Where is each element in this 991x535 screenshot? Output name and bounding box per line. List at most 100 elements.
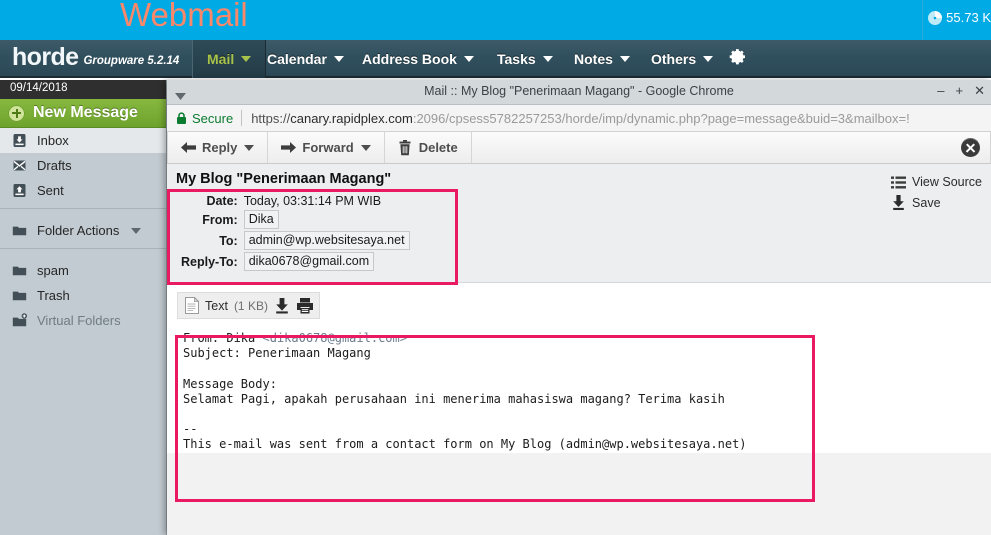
new-message-button[interactable]: New Message [0,99,166,128]
message-subject: My Blog "Penerimaan Magang" [176,171,392,187]
nav-tab-tasks[interactable]: Tasks [483,40,567,78]
sidebar-divider [0,248,166,249]
part-type-label: Text [205,298,228,313]
window-controls: – + ✕ [937,83,985,99]
nav-tab-others[interactable]: Others [637,40,727,78]
security-status-label: Secure [192,110,234,126]
header-value-to-cell: admin@wp.websitesaya.net [243,230,410,251]
horde-version-label: Groupware 5.2.14 [83,55,180,67]
message-body-line: -- [183,422,198,437]
toolbar-spacer [472,132,991,163]
header-value-from-cell: Dika [243,209,410,230]
maximize-button[interactable]: + [956,83,964,99]
message-body-line: This e-mail was sent from a contact form… [183,437,747,452]
nav-tab-address-book[interactable]: Address Book [348,40,488,78]
settings-gear-button[interactable] [718,40,756,78]
reply-button[interactable]: Reply [167,132,269,163]
header-label: Reply-To: [181,254,238,269]
sidebar-item-label: spam [37,263,69,278]
nav-tab-notes[interactable]: Notes [560,40,644,78]
message-body-text: From: Dika <dika0678@gmail.com> Subject: … [177,325,991,453]
disk-usage-indicator[interactable]: 55.73 K [928,10,991,25]
header-label: From: [202,212,238,227]
sidebar-item-virtual-folders[interactable]: Virtual Folders [0,308,166,333]
list-lines-icon [891,176,907,189]
nav-tab-label: Address Book [362,51,457,67]
nav-tab-label: Notes [574,51,613,67]
address-bar-divider [241,110,243,126]
message-header-table: Date: Today, 03:31:14 PM WIB From: Dika … [181,193,410,272]
message-body-line [183,407,991,422]
from-address-chip[interactable]: Dika [243,210,279,229]
sidebar-item-inbox[interactable]: Inbox [0,128,166,153]
browser-window-title: Mail :: My Blog "Penerimaan Magang" - Go… [424,84,734,98]
horde-logo-wordmark: horde [12,43,79,71]
webmail-title: Webmail [120,0,248,33]
view-source-button[interactable]: View Source [891,175,982,189]
sidebar-divider [0,208,166,209]
browser-address-bar[interactable]: Secure https://canary.rapidplex.com:2096… [167,105,991,132]
close-window-button[interactable]: ✕ [974,83,985,99]
drafts-envelope-icon [11,157,28,174]
message-part-area: Text (1 KB) [167,283,991,325]
download-arrow-icon[interactable] [274,297,290,314]
to-address-chip[interactable]: admin@wp.websitesaya.net [243,231,410,250]
header-value-date: Today, 03:31:14 PM WIB [243,194,382,208]
chevron-down-icon [619,56,630,62]
close-circle-icon[interactable] [961,138,980,157]
save-label: Save [912,195,941,210]
nav-tab-label: Mail [207,51,235,67]
arrow-left-icon [181,141,196,154]
url-path: :2096/cpsess5782257253/horde/imp/dynamic… [412,110,910,126]
browser-titlebar: Mail :: My Blog "Penerimaan Magang" - Go… [167,80,991,105]
browser-window: Mail :: My Blog "Penerimaan Magang" - Go… [167,80,991,535]
sidebar-item-sent[interactable]: Sent [0,178,166,203]
horde-sidebar: 09/14/2018 New Message Inbox Drafts Sent… [0,80,167,535]
nav-tab-label: Tasks [497,51,536,67]
reply-to-address-chip[interactable]: dika0678@gmail.com [243,252,375,271]
nav-tab-calendar[interactable]: Calendar [253,40,358,78]
forward-label: Forward [302,140,354,155]
plus-circle-icon [8,104,25,122]
trash-icon [398,139,412,156]
message-part-chip[interactable]: Text (1 KB) [177,292,320,319]
sidebar-item-label: Sent [37,183,64,198]
header-label: To: [219,233,238,248]
mail-address-link[interactable]: <dika0678@gmail.com> [262,331,407,345]
sidebar-item-label: Drafts [37,158,72,173]
sidebar-item-spam[interactable]: spam [0,258,166,283]
webmail-banner: Webmail 55.73 K [0,0,991,40]
sidebar-item-folder-actions[interactable]: Folder Actions [0,218,166,243]
folder-icon [11,222,28,239]
message-header-actions: View Source Save [891,175,982,210]
chevron-down-icon [244,144,255,151]
forward-button[interactable]: Forward [268,132,385,163]
sidebar-item-label: Folder Actions [37,223,120,238]
view-source-label: View Source [912,175,982,189]
text-document-icon [185,296,200,314]
nav-tab-label: Calendar [267,51,327,67]
printer-icon[interactable] [296,297,313,314]
sidebar-item-drafts[interactable]: Drafts [0,153,166,178]
message-body-line [183,361,991,376]
sidebar-item-trash[interactable]: Trash [0,283,166,308]
reply-label: Reply [202,140,238,155]
pie-chart-icon [928,10,943,25]
header-row-reply-to: Reply-To: dika0678@gmail.com [181,251,410,272]
folder-icon [11,287,28,304]
sidebar-item-label: Virtual Folders [37,313,121,328]
nav-tab-label: Others [651,51,697,67]
new-message-label: New Message [33,104,138,121]
save-button[interactable]: Save [891,195,982,210]
header-row-from: From: Dika [181,209,410,230]
chevron-down-icon [360,144,371,151]
horde-logo[interactable]: horde Groupware 5.2.14 [12,44,179,70]
part-size-label: (1 KB) [233,298,268,313]
chevron-down-icon [542,56,553,62]
chevron-down-icon [131,227,142,234]
sidebar-date: 09/14/2018 [0,80,166,99]
chevron-down-icon [703,56,714,62]
delete-button[interactable]: Delete [385,132,472,163]
delete-label: Delete [418,140,458,155]
minimize-button[interactable]: – [937,83,944,99]
